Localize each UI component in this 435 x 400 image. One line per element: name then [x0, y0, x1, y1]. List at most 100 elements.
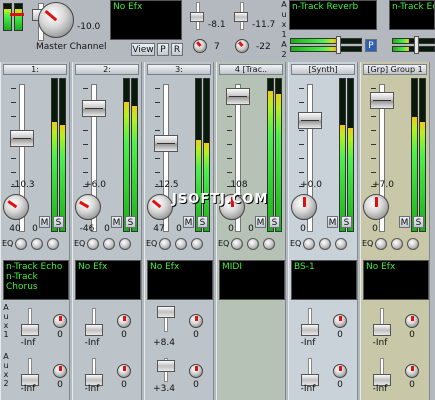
aux1-send-fader[interactable] — [21, 324, 39, 336]
volume-fader[interactable] — [370, 92, 394, 109]
eq-knob-high[interactable] — [407, 238, 419, 250]
eq-label: EQ — [74, 239, 86, 248]
master-r-button[interactable]: R — [171, 43, 183, 56]
aux2-send-fader[interactable] — [157, 360, 175, 372]
pan-knob[interactable] — [75, 194, 101, 220]
eq-knob-low[interactable] — [159, 238, 171, 250]
solo-button[interactable]: S — [125, 216, 136, 228]
volume-fader[interactable] — [82, 100, 106, 117]
efx-display[interactable]: MIDI — [219, 260, 285, 300]
pan-knob[interactable] — [147, 194, 173, 220]
eq-knob-high[interactable] — [191, 238, 203, 250]
aux2-return-efx-display[interactable]: n-Track Ec — [389, 0, 435, 30]
master-aux2-knob[interactable] — [235, 39, 249, 53]
channel-strip-ch2: 2: +6.0 M S -46 0 EQ No Efx -Inf 0 -Inf 0 — [72, 62, 142, 400]
channel-header[interactable]: 2: — [75, 64, 139, 75]
fader-scale-tick — [83, 130, 88, 131]
aux2-pan-knob[interactable] — [189, 364, 203, 378]
eq-knob-low[interactable] — [303, 238, 315, 250]
aux1-send-fader[interactable] — [301, 324, 319, 336]
master-level-marker — [10, 13, 24, 16]
pan-knob[interactable] — [291, 194, 317, 220]
aux2-pan-knob[interactable] — [405, 364, 419, 378]
aux1-pan-knob[interactable] — [53, 314, 67, 328]
eq-knob-low[interactable] — [375, 238, 387, 250]
fader-scale-tick — [227, 172, 232, 173]
eq-knob-mid[interactable] — [175, 238, 187, 250]
eq-label: EQ — [218, 239, 230, 248]
aux2-pan-knob[interactable] — [117, 364, 131, 378]
master-aux1-knob[interactable] — [193, 39, 207, 53]
aux-label-u2: u — [3, 361, 9, 370]
efx-display[interactable]: n-Track Echo n-Track Chorus — [3, 260, 69, 300]
aux2-return-slider[interactable] — [414, 36, 419, 54]
eq-knob-high[interactable] — [119, 238, 131, 250]
level-meter-left — [123, 78, 130, 232]
eq-knob-low[interactable] — [87, 238, 99, 250]
eq-label: EQ — [290, 239, 302, 248]
efx-display[interactable]: BS-1 — [291, 260, 357, 300]
master-aux2-fader[interactable] — [234, 12, 248, 22]
efx-line-1: No Efx — [366, 262, 396, 272]
solo-button[interactable]: S — [269, 216, 280, 228]
aux2-send-value: -Inf — [84, 384, 100, 394]
solo-button[interactable]: S — [53, 216, 64, 228]
solo-button[interactable]: S — [413, 216, 424, 228]
aux1-return-efx-display[interactable]: n-Track Reverb — [289, 0, 377, 30]
aux1-send-fader[interactable] — [157, 306, 175, 318]
channel-header[interactable]: [Grp] Group 1 — [363, 64, 427, 75]
channel-header[interactable]: 1: — [3, 64, 67, 75]
eq-knob-high[interactable] — [335, 238, 347, 250]
eq-knob-low[interactable] — [15, 238, 27, 250]
aux2-pan-knob[interactable] — [333, 364, 347, 378]
aux-label-n2: 2 — [3, 379, 9, 388]
channel-header[interactable]: [Synth] — [291, 64, 355, 75]
aux2-send-value: -Inf — [372, 384, 388, 394]
pan-knob[interactable] — [363, 194, 389, 220]
aux1-return-slider[interactable] — [336, 36, 341, 54]
fader-scale-tick — [155, 102, 160, 103]
eq-knob-mid[interactable] — [31, 238, 43, 250]
aux2-pan-value: 0 — [337, 380, 343, 390]
pan-knob[interactable] — [3, 194, 29, 220]
eq-knob-mid[interactable] — [391, 238, 403, 250]
level-meter-left — [195, 78, 202, 232]
aux1-pan-knob[interactable] — [189, 314, 203, 328]
aux1-pan-knob[interactable] — [117, 314, 131, 328]
eq-knob-high[interactable] — [263, 238, 275, 250]
aux1-pan-knob[interactable] — [333, 314, 347, 328]
aux-return-p-button[interactable]: P — [365, 39, 377, 52]
master-knob[interactable] — [38, 2, 74, 38]
channel-header[interactable]: 3: — [147, 64, 211, 75]
master-efx-display[interactable]: No Efx — [110, 0, 182, 40]
volume-fader[interactable] — [298, 112, 322, 129]
master-aux1-fader[interactable] — [190, 12, 204, 22]
aux1-pan-value: 0 — [193, 330, 199, 340]
solo-button[interactable]: S — [197, 216, 208, 228]
eq-knob-low[interactable] — [231, 238, 243, 250]
aux1-send-fader[interactable] — [373, 324, 391, 336]
channel-header[interactable]: 4 [Trac.. — [219, 64, 283, 75]
aux2-pan-knob[interactable] — [53, 364, 67, 378]
eq-knob-mid[interactable] — [103, 238, 115, 250]
channel-strip-ch3: 3: -12.5 M S 47 0 EQ No Efx +8.4 0 +3.4 0 — [144, 62, 214, 400]
eq-knob-mid[interactable] — [247, 238, 259, 250]
volume-fader[interactable] — [226, 88, 250, 105]
solo-button[interactable]: S — [341, 216, 352, 228]
aux2-send-value: -Inf — [20, 384, 36, 394]
volume-fader[interactable] — [154, 135, 178, 152]
efx-display[interactable]: No Efx — [75, 260, 141, 300]
aux1-send-fader[interactable] — [85, 324, 103, 336]
mute-button[interactable]: M — [327, 216, 338, 228]
aux1-pan-knob[interactable] — [405, 314, 419, 328]
aux-label-a2: A — [3, 352, 9, 361]
efx-display[interactable]: No Efx — [147, 260, 213, 300]
eq-knob-high[interactable] — [47, 238, 59, 250]
eq-knob-mid[interactable] — [319, 238, 331, 250]
aux-label-x2: x — [3, 370, 9, 379]
efx-display[interactable]: No Efx — [363, 260, 429, 300]
master-p-button[interactable]: P — [157, 43, 169, 56]
volume-fader[interactable] — [10, 130, 34, 147]
view-button[interactable]: View — [131, 43, 155, 56]
mute-button[interactable]: M — [399, 216, 410, 228]
